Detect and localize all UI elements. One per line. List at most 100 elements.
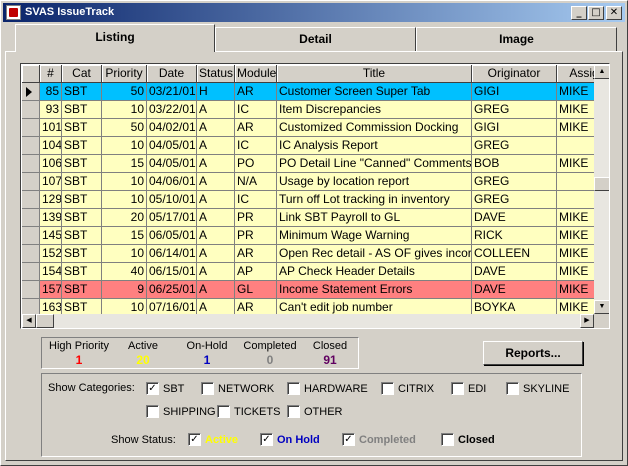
column-header[interactable]: Originator (472, 65, 557, 83)
cell-num[interactable]: 152 (40, 245, 62, 263)
cell-cat[interactable]: SBT (62, 191, 102, 209)
cell-num[interactable]: 163 (40, 299, 62, 314)
cell-module[interactable]: GL (235, 281, 277, 299)
scroll-down-icon[interactable]: ▼ (594, 300, 609, 314)
cell-originator[interactable]: DAVE (472, 281, 557, 299)
cell-module[interactable]: PR (235, 209, 277, 227)
cell-date[interactable]: 04/06/01 (147, 173, 197, 191)
cell-status[interactable]: A (197, 209, 235, 227)
cell-title[interactable]: Item Discrepancies (277, 101, 472, 119)
cell-title[interactable]: Usage by location report (277, 173, 472, 191)
row-indicator[interactable] (22, 155, 40, 173)
cell-title[interactable]: AP Check Header Details (277, 263, 472, 281)
row-indicator[interactable] (22, 191, 40, 209)
cell-title[interactable]: Link SBT Payroll to GL (277, 209, 472, 227)
column-header[interactable]: # (40, 65, 62, 83)
cell-priority[interactable]: 50 (102, 119, 147, 137)
cell-status[interactable]: A (197, 299, 235, 314)
cell-module[interactable]: N/A (235, 173, 277, 191)
row-indicator[interactable] (22, 209, 40, 227)
status-on-hold-label[interactable]: On Hold (277, 434, 320, 446)
cell-assigned[interactable]: MIKE (557, 227, 594, 245)
cell-priority[interactable]: 10 (102, 137, 147, 155)
tab-detail[interactable]: Detail (215, 27, 416, 51)
cell-date[interactable]: 05/17/01 (147, 209, 197, 227)
cell-num[interactable]: 101 (40, 119, 62, 137)
status-closed-label[interactable]: Closed (458, 434, 495, 446)
cell-num[interactable]: 107 (40, 173, 62, 191)
category-other-checkbox[interactable] (287, 405, 300, 418)
row-indicator[interactable] (22, 119, 40, 137)
row-indicator[interactable] (22, 137, 40, 155)
cell-status[interactable]: A (197, 173, 235, 191)
cell-assigned[interactable]: MIKE (557, 263, 594, 281)
cell-cat[interactable]: SBT (62, 209, 102, 227)
cell-assigned[interactable] (557, 173, 594, 191)
row-indicator[interactable] (22, 101, 40, 119)
cell-date[interactable]: 06/14/01 (147, 245, 197, 263)
status-active-label[interactable]: Active (205, 434, 238, 446)
cell-priority[interactable]: 15 (102, 227, 147, 245)
category-sbt-label[interactable]: SBT (163, 383, 184, 395)
cell-cat[interactable]: SBT (62, 155, 102, 173)
category-tickets-checkbox[interactable] (217, 405, 230, 418)
cell-priority[interactable]: 9 (102, 281, 147, 299)
cell-priority[interactable]: 10 (102, 299, 147, 314)
column-header[interactable]: Status (197, 65, 235, 83)
cell-date[interactable]: 06/15/01 (147, 263, 197, 281)
row-indicator[interactable] (22, 83, 40, 101)
scroll-thumb[interactable] (594, 177, 609, 191)
cell-module[interactable]: AP (235, 263, 277, 281)
cell-title[interactable]: Minimum Wage Warning (277, 227, 472, 245)
row-indicator[interactable] (22, 173, 40, 191)
cell-originator[interactable]: GREG (472, 101, 557, 119)
cell-module[interactable]: AR (235, 245, 277, 263)
cell-num[interactable]: 139 (40, 209, 62, 227)
cell-priority[interactable]: 10 (102, 191, 147, 209)
cell-priority[interactable]: 40 (102, 263, 147, 281)
row-indicator[interactable] (22, 245, 40, 263)
cell-cat[interactable]: SBT (62, 299, 102, 314)
category-shipping-label[interactable]: SHIPPING (163, 406, 216, 418)
category-edi-label[interactable]: EDI (468, 383, 486, 395)
cell-priority[interactable]: 10 (102, 173, 147, 191)
cell-num[interactable]: 85 (40, 83, 62, 101)
cell-originator[interactable]: GREG (472, 137, 557, 155)
category-citrix-checkbox[interactable] (381, 382, 394, 395)
cell-cat[interactable]: SBT (62, 173, 102, 191)
cell-assigned[interactable]: MIKE (557, 209, 594, 227)
scroll-right-icon[interactable]: ▶ (580, 314, 594, 328)
cell-status[interactable]: A (197, 101, 235, 119)
cell-title[interactable]: Open Rec detail - AS OF gives incorrect (277, 245, 472, 263)
column-header[interactable]: Module (235, 65, 277, 83)
category-other-label[interactable]: OTHER (304, 406, 343, 418)
cell-originator[interactable]: COLLEEN (472, 245, 557, 263)
category-hardware-label[interactable]: HARDWARE (304, 383, 368, 395)
cell-originator[interactable]: GIGI (472, 119, 557, 137)
cell-status[interactable]: A (197, 137, 235, 155)
cell-originator[interactable]: GREG (472, 173, 557, 191)
row-indicator[interactable] (22, 263, 40, 281)
horizontal-scrollbar[interactable]: ◀ ▶ (22, 314, 594, 328)
cell-title[interactable]: Customized Commission Docking (277, 119, 472, 137)
category-hardware-checkbox[interactable] (287, 382, 300, 395)
cell-cat[interactable]: SBT (62, 245, 102, 263)
cell-cat[interactable]: SBT (62, 119, 102, 137)
cell-status[interactable]: A (197, 191, 235, 209)
cell-date[interactable]: 05/10/01 (147, 191, 197, 209)
cell-assigned[interactable]: MIKE (557, 119, 594, 137)
minimize-button[interactable]: _ (571, 6, 587, 20)
status-completed-label[interactable]: Completed (359, 434, 416, 446)
cell-assigned[interactable] (557, 191, 594, 209)
column-header[interactable]: Assig (557, 65, 594, 83)
cell-assigned[interactable]: MIKE (557, 299, 594, 314)
column-header[interactable]: Title (277, 65, 472, 83)
cell-num[interactable]: 104 (40, 137, 62, 155)
cell-date[interactable]: 06/25/01 (147, 281, 197, 299)
cell-date[interactable]: 04/05/01 (147, 155, 197, 173)
hscroll-thumb[interactable] (36, 314, 54, 328)
cell-module[interactable]: AR (235, 83, 277, 101)
cell-cat[interactable]: SBT (62, 137, 102, 155)
row-indicator[interactable] (22, 299, 40, 314)
cell-module[interactable]: IC (235, 101, 277, 119)
